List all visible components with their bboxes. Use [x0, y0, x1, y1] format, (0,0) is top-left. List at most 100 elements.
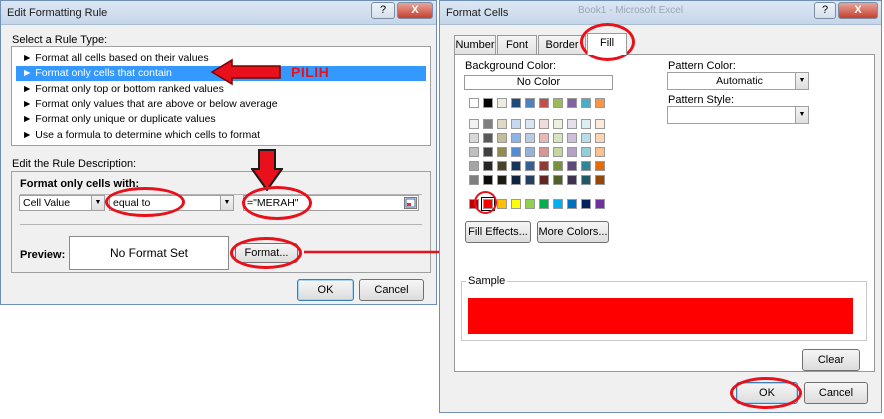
color-swatch[interactable]: [539, 119, 549, 129]
color-swatch[interactable]: [595, 119, 605, 129]
color-swatch[interactable]: [553, 161, 563, 171]
color-swatch[interactable]: [581, 161, 591, 171]
color-swatch[interactable]: [581, 147, 591, 157]
color-swatch[interactable]: [595, 147, 605, 157]
color-swatch[interactable]: [497, 133, 507, 143]
highlight-ring-operator: [105, 187, 185, 217]
close-button[interactable]: X: [397, 2, 433, 19]
no-color-button[interactable]: No Color: [464, 75, 613, 90]
color-swatch[interactable]: [525, 133, 535, 143]
color-swatch[interactable]: [511, 98, 521, 108]
color-swatch[interactable]: [539, 147, 549, 157]
color-swatch[interactable]: [567, 199, 577, 209]
color-swatch[interactable]: [567, 119, 577, 129]
chevron-down-icon[interactable]: ▼: [220, 196, 233, 210]
color-swatch[interactable]: [553, 175, 563, 185]
color-swatch[interactable]: [497, 175, 507, 185]
color-swatch[interactable]: [595, 161, 605, 171]
range-picker-icon[interactable]: [404, 197, 417, 209]
title-bar: Edit Formatting Rule ? X: [1, 1, 436, 25]
color-swatch[interactable]: [581, 98, 591, 108]
color-swatch[interactable]: [595, 98, 605, 108]
cancel-button[interactable]: Cancel: [359, 279, 424, 301]
color-swatch[interactable]: [469, 175, 479, 185]
color-swatch[interactable]: [525, 98, 535, 108]
color-swatch[interactable]: [483, 147, 493, 157]
color-swatch[interactable]: [553, 147, 563, 157]
color-swatch[interactable]: [525, 199, 535, 209]
color-swatch[interactable]: [511, 199, 521, 209]
color-swatch[interactable]: [553, 199, 563, 209]
pattern-color-select[interactable]: Automatic ▼: [667, 72, 809, 90]
color-swatch[interactable]: [525, 175, 535, 185]
rule-type-item[interactable]: ► Format only unique or duplicate values: [16, 112, 426, 127]
color-swatch[interactable]: [469, 133, 479, 143]
cancel-button[interactable]: Cancel: [804, 382, 868, 404]
color-swatch[interactable]: [511, 119, 521, 129]
color-swatch[interactable]: [567, 147, 577, 157]
color-swatch[interactable]: [595, 175, 605, 185]
color-swatch[interactable]: [525, 119, 535, 129]
close-button[interactable]: X: [838, 2, 878, 19]
color-swatch[interactable]: [567, 98, 577, 108]
color-swatch[interactable]: [469, 119, 479, 129]
pattern-style-select[interactable]: ▼: [667, 106, 809, 124]
color-swatch[interactable]: [553, 119, 563, 129]
color-swatch[interactable]: [581, 119, 591, 129]
color-swatch[interactable]: [497, 98, 507, 108]
help-button[interactable]: ?: [814, 2, 836, 19]
color-swatch[interactable]: [539, 98, 549, 108]
color-swatch[interactable]: [525, 147, 535, 157]
color-swatch[interactable]: [525, 161, 535, 171]
more-colors-button[interactable]: More Colors...: [537, 221, 609, 243]
color-swatch[interactable]: [567, 133, 577, 143]
rule-type-item[interactable]: ► Use a formula to determine which cells…: [16, 128, 426, 143]
clear-button[interactable]: Clear: [802, 349, 860, 371]
fill-effects-button[interactable]: Fill Effects...: [465, 221, 531, 243]
color-swatch[interactable]: [497, 199, 507, 209]
color-swatch[interactable]: [581, 133, 591, 143]
color-swatch[interactable]: [483, 161, 493, 171]
color-swatch[interactable]: [567, 175, 577, 185]
tab-border[interactable]: Border: [538, 35, 586, 54]
color-swatch[interactable]: [595, 199, 605, 209]
color-swatch[interactable]: [539, 175, 549, 185]
annotation-pilih: PILIH: [291, 64, 330, 80]
ok-button[interactable]: OK: [297, 279, 354, 301]
color-swatch[interactable]: [497, 119, 507, 129]
condition-field-value: Cell Value: [23, 197, 71, 209]
highlight-ring-ok: [730, 377, 802, 409]
color-swatch[interactable]: [539, 199, 549, 209]
color-swatch[interactable]: [469, 147, 479, 157]
color-swatch[interactable]: [511, 175, 521, 185]
color-swatch[interactable]: [539, 133, 549, 143]
color-swatch[interactable]: [483, 98, 493, 108]
chevron-down-icon[interactable]: ▼: [795, 107, 808, 123]
chevron-down-icon[interactable]: ▼: [795, 73, 808, 89]
chevron-down-icon[interactable]: ▼: [91, 196, 104, 210]
tab-font[interactable]: Font: [497, 35, 537, 54]
color-swatch[interactable]: [553, 98, 563, 108]
rule-type-item[interactable]: ► Format only values that are above or b…: [16, 97, 426, 112]
color-swatch[interactable]: [469, 98, 479, 108]
color-swatch[interactable]: [581, 175, 591, 185]
condition-field-select[interactable]: Cell Value ▼: [19, 195, 105, 211]
color-swatch[interactable]: [511, 161, 521, 171]
color-swatch[interactable]: [581, 199, 591, 209]
color-swatch[interactable]: [567, 161, 577, 171]
tab-number[interactable]: Number: [454, 35, 496, 54]
help-button[interactable]: ?: [371, 2, 395, 19]
color-swatch[interactable]: [483, 119, 493, 129]
pattern-color-value: Automatic: [716, 75, 763, 87]
color-swatch[interactable]: [483, 133, 493, 143]
tab-fill[interactable]: Fill: [587, 33, 627, 55]
color-swatch[interactable]: [511, 147, 521, 157]
color-swatch[interactable]: [469, 161, 479, 171]
color-swatch[interactable]: [595, 133, 605, 143]
color-swatch[interactable]: [497, 161, 507, 171]
color-swatch[interactable]: [553, 133, 563, 143]
color-swatch[interactable]: [483, 175, 493, 185]
color-swatch[interactable]: [511, 133, 521, 143]
color-swatch[interactable]: [539, 161, 549, 171]
color-swatch[interactable]: [497, 147, 507, 157]
